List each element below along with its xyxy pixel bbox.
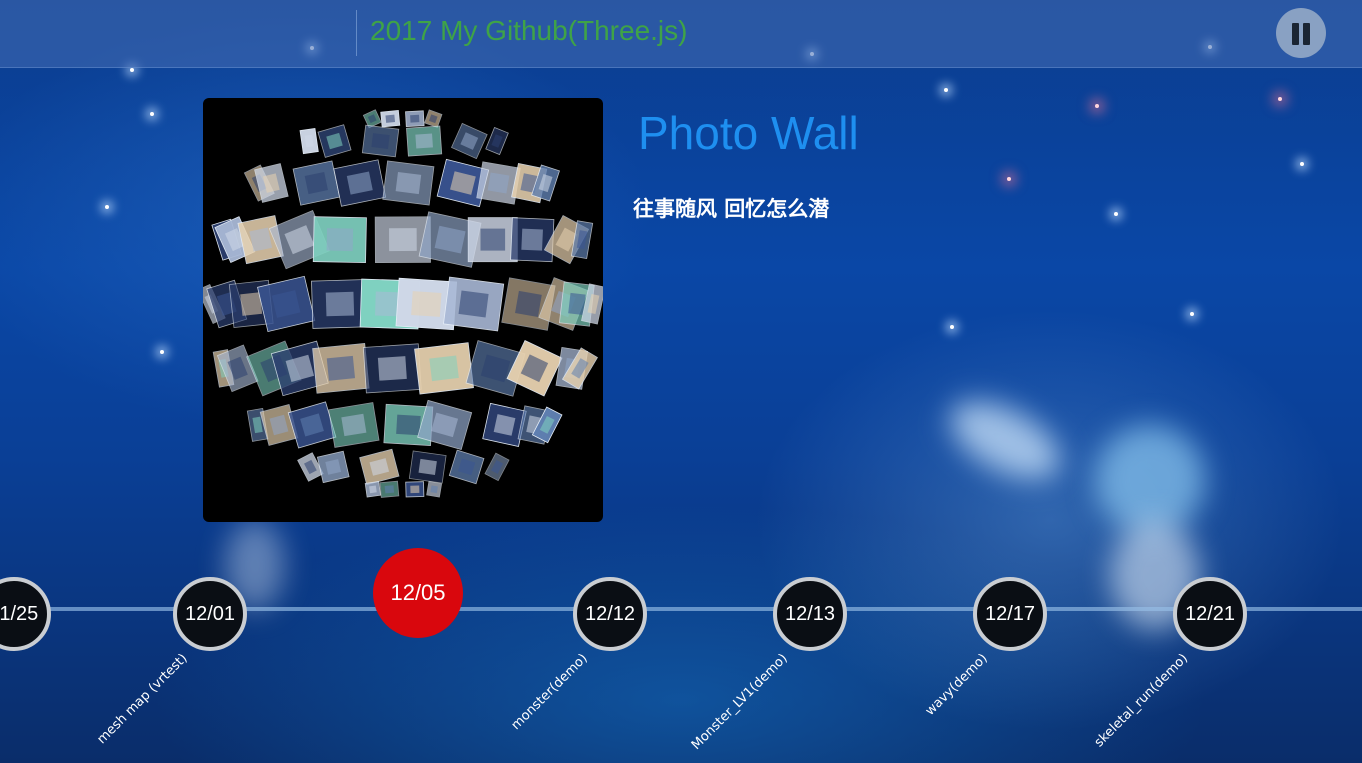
timeline-node[interactable]: 12/17 — [973, 577, 1047, 651]
photo-tile — [364, 481, 382, 498]
top-bar: 2017 My Github(Three.js) — [0, 0, 1362, 68]
photo-tile — [382, 160, 435, 206]
photo-tile — [467, 217, 518, 263]
photo-tile — [450, 122, 488, 160]
photo-tile — [312, 343, 370, 394]
photo-tile — [311, 279, 369, 329]
timeline-label[interactable]: Monster_LV1(demo) — [689, 651, 791, 753]
photo-tile — [482, 402, 527, 447]
preview-card[interactable] — [203, 98, 603, 522]
photo-tile — [485, 126, 509, 156]
background-star — [130, 68, 134, 72]
background-character — [1095, 425, 1205, 535]
photo-tile — [448, 449, 485, 485]
photo-tile — [414, 342, 474, 395]
timeline-node[interactable]: 12/13 — [773, 577, 847, 651]
background-telescope — [937, 385, 1073, 495]
timeline-label[interactable]: skeletal_run(demo) — [1091, 651, 1190, 750]
photo-tile — [287, 401, 337, 449]
photo-tile — [292, 160, 341, 206]
photo-tile — [443, 276, 505, 332]
photo-tile — [426, 481, 443, 498]
timeline-node-active[interactable]: 12/05 — [373, 548, 463, 638]
photo-tile — [405, 110, 425, 127]
background-star — [1300, 162, 1304, 166]
app-title: 2017 My Github(Three.js) — [370, 15, 688, 46]
background-star — [1114, 212, 1118, 216]
photo-tile — [359, 448, 400, 486]
photo-tile — [333, 159, 387, 207]
photo-tile — [406, 125, 443, 157]
photo-tile — [408, 450, 447, 484]
background-star — [150, 112, 154, 116]
pause-button[interactable] — [1276, 8, 1326, 58]
background-star — [944, 88, 948, 92]
background-star — [1095, 104, 1099, 108]
background-star — [1190, 312, 1194, 316]
background-star — [105, 205, 109, 209]
background-star — [1278, 97, 1282, 101]
background-scene: 2017 My Github(Three.js) Photo Wall 往事随风… — [0, 0, 1362, 763]
background-star — [950, 325, 954, 329]
top-bar-divider — [356, 10, 357, 56]
background-star — [1007, 177, 1011, 181]
card-description: 往事随风 回忆怎么潜 — [633, 197, 830, 221]
timeline-node[interactable]: 12/12 — [573, 577, 647, 651]
photo-tile — [510, 217, 555, 263]
photo-tile — [362, 343, 422, 394]
photo-tile — [484, 452, 510, 482]
photo-tile — [328, 402, 380, 448]
photo-sphere-image — [203, 109, 603, 498]
photo-tile — [405, 481, 425, 498]
timeline-label[interactable]: monster(demo) — [509, 651, 591, 733]
background-star — [160, 350, 164, 354]
card-title: Photo Wall — [638, 107, 859, 159]
timeline-label[interactable]: mesh map (vrtest) — [94, 651, 190, 747]
photo-tile — [317, 124, 352, 158]
photo-tile — [299, 127, 319, 155]
photo-tile — [361, 124, 400, 158]
timeline-node[interactable]: 12/21 — [1173, 577, 1247, 651]
timeline-node[interactable]: 12/01 — [173, 577, 247, 651]
photo-tile — [316, 450, 350, 484]
timeline-label[interactable]: wavy(demo) — [923, 651, 991, 719]
photo-tile — [380, 110, 401, 128]
photo-tile — [424, 109, 443, 128]
photo-tile — [312, 216, 367, 264]
photo-tile — [379, 480, 400, 498]
timeline-node[interactable]: 11/25 — [0, 577, 51, 651]
